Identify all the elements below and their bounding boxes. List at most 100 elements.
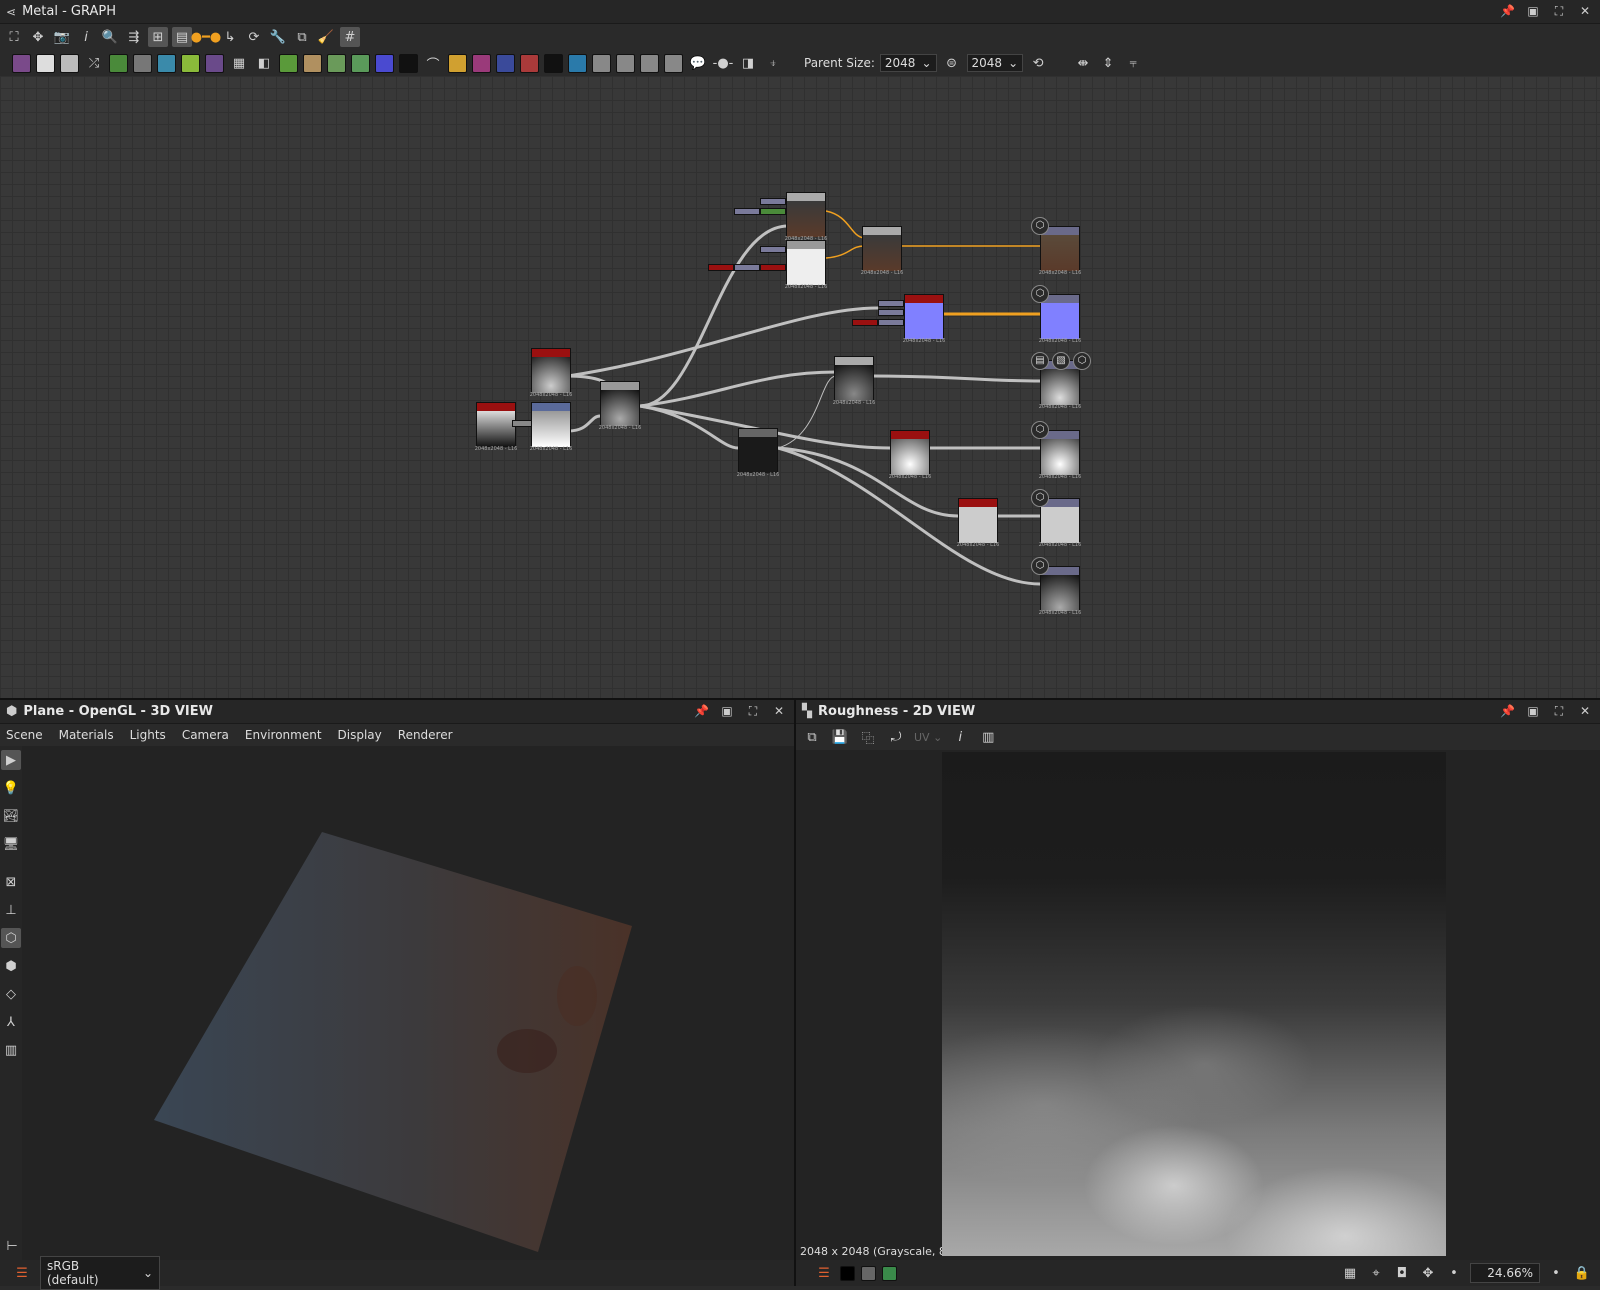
graph-node[interactable] — [834, 356, 874, 401]
input-node-icon[interactable] — [616, 53, 635, 73]
search-icon[interactable]: 🔍 — [100, 27, 120, 47]
light-bulb-icon[interactable]: 💡 — [1, 778, 21, 798]
pixel-processor-icon[interactable]: ⌒ — [423, 53, 443, 73]
graph-canvas[interactable]: 2048x2048 - L16 2048x2048 - L16 2048x204… — [0, 76, 1600, 698]
node-input-pin[interactable] — [878, 300, 904, 307]
viewport-2d[interactable]: 2048 x 2048 (Grayscale, 8bpc — [796, 750, 1600, 1260]
noise-node-icon[interactable] — [399, 53, 418, 73]
levels-node-icon[interactable] — [133, 53, 152, 73]
align-icon[interactable]: ⇶ — [124, 27, 144, 47]
pin-node-icon[interactable]: ◨ — [738, 53, 758, 73]
pin-icon[interactable]: 📌 — [694, 704, 709, 718]
gizmo-icon[interactable]: ⅄ — [1, 1012, 21, 1032]
menu-display[interactable]: Display — [332, 728, 392, 742]
mirror-node-icon[interactable] — [448, 53, 467, 73]
close-icon[interactable]: ✕ — [1578, 704, 1592, 718]
menu-lights[interactable]: Lights — [124, 728, 176, 742]
pin-icon[interactable]: 📌 — [1500, 704, 1515, 718]
size-select-2[interactable]: 2048 ⌄ — [966, 54, 1024, 72]
vertical-align-icon[interactable]: ⇕ — [1098, 53, 1118, 73]
graph-node[interactable] — [531, 348, 571, 393]
node-input-pin[interactable] — [878, 319, 904, 326]
fx-map-icon[interactable] — [375, 53, 394, 73]
node-input-pin[interactable] — [760, 246, 786, 253]
frame-all-icon[interactable]: ⛶ — [4, 27, 24, 47]
hierarchy-icon[interactable]: ⊞ — [148, 27, 168, 47]
color-node-icon[interactable] — [60, 53, 79, 73]
float-window-icon[interactable]: ▣ — [1526, 704, 1540, 718]
link-elbow-icon[interactable]: ↳ — [220, 27, 240, 47]
graph-node[interactable] — [531, 402, 571, 447]
node-input-pin[interactable] — [760, 198, 786, 205]
link-size-icon[interactable]: ⊜ — [942, 53, 962, 73]
menu-environment[interactable]: Environment — [239, 728, 332, 742]
grey-bg-icon[interactable] — [861, 1265, 876, 1281]
comment-icon[interactable]: 💬 — [688, 53, 708, 73]
cube-wire-icon[interactable]: ⬢ — [1, 956, 21, 976]
copy-image-icon[interactable]: ⧉ — [802, 727, 822, 747]
info-icon[interactable]: i — [950, 727, 970, 747]
export-image-icon[interactable]: ⤾ — [886, 727, 906, 747]
cube-shaded-icon[interactable]: ⬡ — [1, 928, 21, 948]
snap-grid-icon[interactable]: # — [340, 27, 360, 47]
video-camera-icon[interactable]: ▶ — [1, 750, 21, 770]
link-style-icon[interactable]: ●━● — [191, 27, 222, 47]
blend-node-icon[interactable] — [303, 53, 322, 73]
blur-node-icon[interactable] — [157, 53, 176, 73]
node-input-pin[interactable] — [852, 319, 878, 326]
frame-node-icon[interactable] — [664, 53, 683, 73]
plane-icon[interactable]: ◇ — [1, 984, 21, 1004]
fit-view-icon[interactable]: ◘ — [1392, 1263, 1412, 1283]
pin-icon[interactable]: 📌 — [1500, 4, 1515, 18]
info-icon[interactable]: i — [76, 27, 96, 47]
maximize-icon[interactable]: ⛶ — [1552, 704, 1566, 718]
maximize-icon[interactable]: ⛶ — [746, 704, 760, 718]
close-icon[interactable]: ✕ — [772, 704, 786, 718]
gradient-node-icon[interactable] — [181, 53, 200, 73]
menu-renderer[interactable]: Renderer — [392, 728, 463, 742]
anchor-icon[interactable]: ⍖ — [763, 53, 783, 73]
clean-icon[interactable]: 🧹 — [316, 27, 336, 47]
node-input-pin[interactable] — [734, 208, 760, 215]
hierarchy-tree-icon[interactable]: ⊢ — [2, 1236, 22, 1256]
camera-icon[interactable]: 📷 — [52, 27, 72, 47]
color-space-select[interactable]: sRGB (default) ⌄ — [40, 1256, 160, 1290]
horizontal-align-icon[interactable]: ⇼ — [1073, 53, 1093, 73]
curve-node-icon[interactable] — [109, 53, 128, 73]
fill-node-icon[interactable] — [520, 53, 539, 73]
cursor-sample-icon[interactable]: ⌖ — [1366, 1263, 1386, 1283]
graph-node[interactable] — [786, 240, 826, 285]
layers-icon[interactable]: ☰ — [814, 1263, 834, 1283]
parent-size-select[interactable]: 2048 ⌄ — [879, 54, 937, 72]
output-badge-icon[interactable]: ⬡ — [1031, 285, 1049, 303]
svg-node-icon[interactable] — [36, 53, 55, 73]
pan-icon[interactable]: ✥ — [1418, 1263, 1438, 1283]
layers-icon[interactable]: ☰ — [12, 1263, 32, 1283]
save-icon[interactable]: 💾 — [830, 727, 850, 747]
output-node-icon[interactable] — [592, 53, 611, 73]
output-badge-icon[interactable]: ▧ — [1052, 352, 1070, 370]
graph-node[interactable] — [904, 294, 944, 339]
refresh-icon[interactable]: ⟳ — [244, 27, 264, 47]
graph-instance-icon[interactable] — [640, 53, 659, 73]
output-badge-icon[interactable]: ⬡ — [1031, 557, 1049, 575]
distribute-icon[interactable]: ⫧ — [1123, 53, 1143, 73]
node-input-pin[interactable] — [878, 309, 904, 316]
output-badge-icon[interactable]: ⬡ — [1073, 352, 1091, 370]
wireframe-icon[interactable]: ⊠ — [1, 872, 21, 892]
text-node-icon[interactable] — [472, 53, 491, 73]
menu-scene[interactable]: Scene — [0, 728, 53, 742]
dot-node-icon[interactable]: -●- — [713, 53, 734, 73]
output-badge-icon[interactable]: ▤ — [1031, 352, 1049, 370]
duplicate-icon[interactable]: ⿻ — [858, 727, 878, 747]
bitmap-node-icon[interactable] — [12, 53, 31, 73]
output-badge-icon[interactable]: ⬡ — [1031, 217, 1049, 235]
display-icon[interactable]: 🖥 — [1, 834, 21, 854]
shape-node-icon[interactable] — [205, 53, 224, 73]
output-badge-icon[interactable]: ⬡ — [1031, 489, 1049, 507]
tile-grid-icon[interactable]: ▦ — [1340, 1263, 1360, 1283]
image-bg-icon[interactable] — [882, 1265, 897, 1281]
normal-node-icon[interactable] — [568, 53, 587, 73]
graph-node[interactable] — [476, 402, 516, 447]
zoom-field[interactable]: 24.66% — [1470, 1263, 1540, 1283]
